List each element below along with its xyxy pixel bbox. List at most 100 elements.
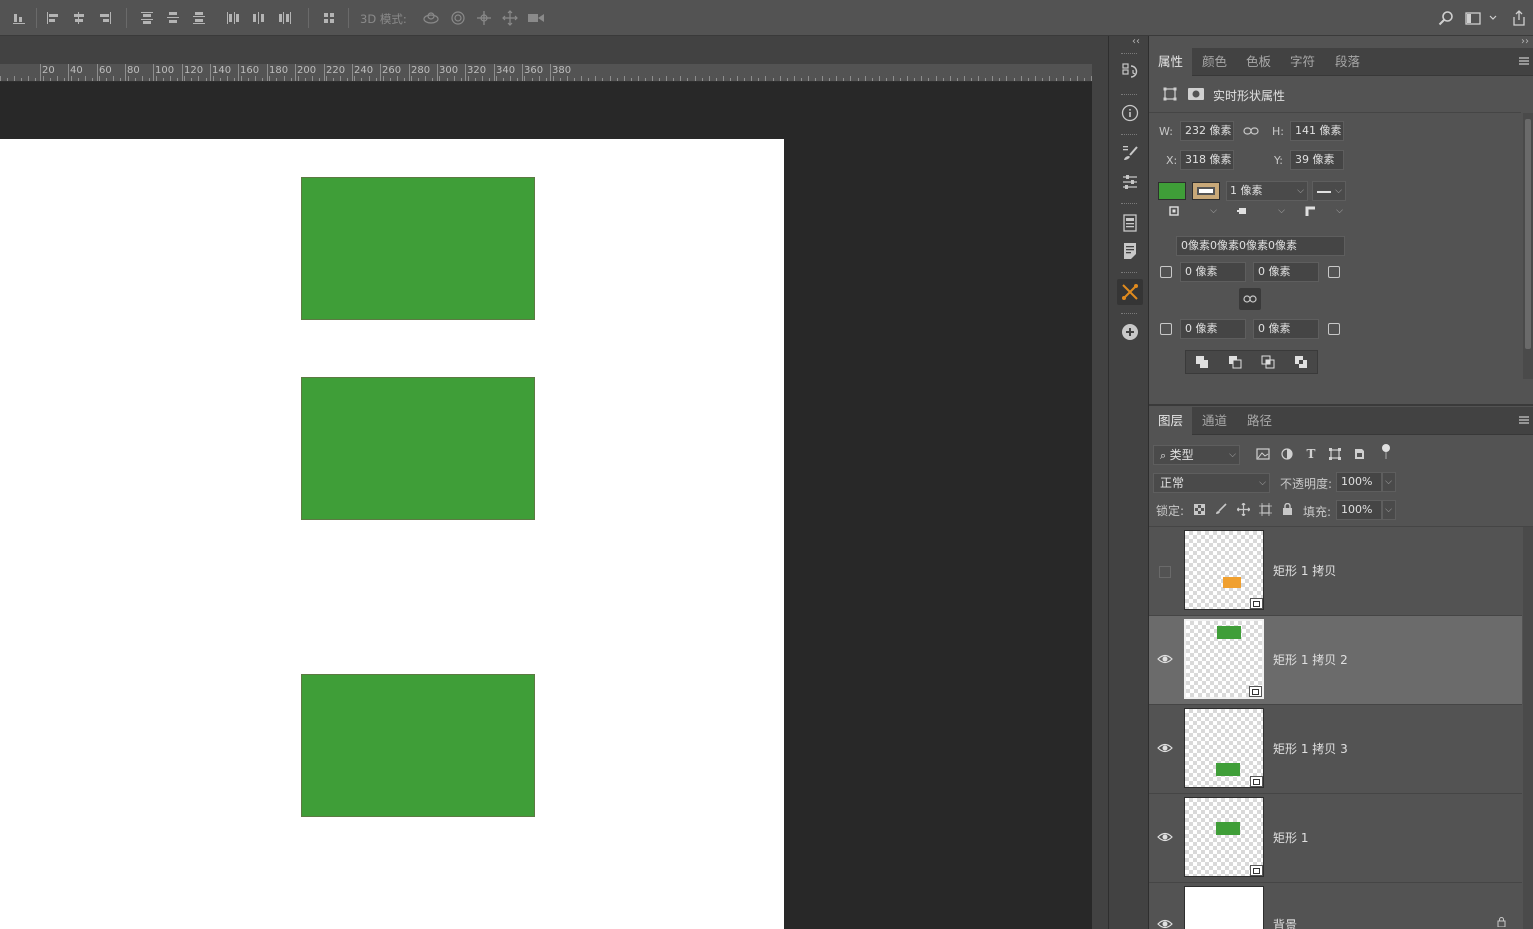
fill-field[interactable]: 100% <box>1336 500 1382 520</box>
tab-color[interactable]: 颜色 <box>1193 48 1236 76</box>
link-corners-icon[interactable] <box>1239 288 1261 310</box>
opacity-field[interactable]: 100% <box>1336 472 1382 492</box>
distribute-top-icon[interactable] <box>138 9 156 27</box>
tab-layers[interactable]: 图层 <box>1149 407 1193 435</box>
layers-scrollbar[interactable] <box>1523 527 1533 929</box>
corner-bottom-right-field[interactable]: 0 像素 <box>1253 319 1319 339</box>
distribute-vertical-centers-icon[interactable] <box>164 9 182 27</box>
3d-pan-icon[interactable] <box>474 9 494 27</box>
layer-row[interactable]: 矩形 1 <box>1149 794 1522 883</box>
eye-icon[interactable] <box>1157 831 1173 843</box>
link-dimensions-icon[interactable] <box>1242 124 1260 138</box>
align-horizontal-centers-icon[interactable] <box>70 9 88 27</box>
stroke-width-dropdown[interactable]: 1 像素 ⌵ <box>1226 181 1308 201</box>
3d-orbit-icon[interactable] <box>421 9 441 27</box>
layer-row-selected[interactable]: 矩形 1 拷贝 2 <box>1149 616 1522 705</box>
tab-paragraph[interactable]: 段落 <box>1326 48 1369 76</box>
brush-icon[interactable] <box>1119 142 1141 164</box>
canvas-vertical-scrollbar[interactable] <box>1092 36 1108 929</box>
search-icon[interactable] <box>1436 9 1456 27</box>
workspace-switcher-icon[interactable] <box>1464 9 1500 27</box>
tab-character[interactable]: 字符 <box>1281 48 1324 76</box>
stroke-color-swatch[interactable] <box>1192 182 1220 200</box>
stroke-align-dropdown[interactable]: ⌵ <box>1158 204 1220 218</box>
3d-scale-camera-icon[interactable] <box>526 9 546 27</box>
fill-dropdown[interactable]: ⌵ <box>1382 500 1396 520</box>
tab-swatches[interactable]: 色板 <box>1237 48 1280 76</box>
shape-properties-icon[interactable] <box>1161 85 1179 103</box>
distribute-left-icon[interactable] <box>224 9 242 27</box>
info-icon[interactable] <box>1119 102 1141 124</box>
align-left-edges-icon[interactable] <box>44 9 62 27</box>
blend-mode-dropdown[interactable]: 正常 ⌵ <box>1153 473 1270 493</box>
y-position-field[interactable]: 39 像素 <box>1290 150 1344 170</box>
filter-shape-layers-icon[interactable] <box>1327 446 1343 462</box>
height-field[interactable]: 141 像素 <box>1290 121 1344 141</box>
distribute-horizontal-centers-icon[interactable] <box>250 9 268 27</box>
lock-position-icon[interactable] <box>1236 502 1250 516</box>
eye-icon[interactable] <box>1157 918 1173 929</box>
exclude-overlap-icon[interactable] <box>1288 353 1314 371</box>
layer-name[interactable]: 矩形 1 <box>1273 829 1308 846</box>
panel-menu-icon[interactable] <box>1517 54 1531 68</box>
auto-align-layers-icon[interactable] <box>320 9 338 27</box>
properties-adjust-icon[interactable] <box>1119 321 1141 343</box>
filter-adjustment-layers-icon[interactable] <box>1279 446 1295 462</box>
layer-row[interactable]: 矩形 1 拷贝 <box>1149 527 1522 616</box>
layer-name[interactable]: 矩形 1 拷贝 3 <box>1273 740 1348 757</box>
align-bottom-edges-icon[interactable] <box>10 9 28 27</box>
align-right-edges-icon[interactable] <box>96 9 114 27</box>
tool-presets-icon[interactable] <box>1117 279 1143 305</box>
combine-shapes-icon[interactable] <box>1189 353 1215 371</box>
properties-scrollbar[interactable] <box>1523 113 1533 379</box>
history-icon[interactable] <box>1119 60 1141 82</box>
layer-filter-dropdown[interactable]: ⌕ 类型 ⌵ <box>1153 445 1240 465</box>
stroke-cap-dropdown[interactable]: ⌵ <box>1226 204 1288 218</box>
expand-panels-icon[interactable]: ›› <box>1521 36 1529 47</box>
layer-row[interactable]: 背景 <box>1149 883 1522 929</box>
green-rectangle-shape[interactable] <box>301 177 535 320</box>
share-icon[interactable] <box>1509 8 1529 28</box>
panel-menu-icon[interactable] <box>1517 413 1531 427</box>
corner-top-right-field[interactable]: 0 像素 <box>1253 262 1319 282</box>
eye-icon[interactable] <box>1157 653 1173 665</box>
visibility-toggle-off[interactable] <box>1159 566 1171 578</box>
lock-artboard-icon[interactable] <box>1258 502 1272 516</box>
corner-top-left-field[interactable]: 0 像素 <box>1180 262 1246 282</box>
corner-radius-all-field[interactable]: 0像素0像素0像素0像素 <box>1176 236 1345 256</box>
x-position-field[interactable]: 318 像素 <box>1180 150 1234 170</box>
tab-channels[interactable]: 通道 <box>1193 407 1236 435</box>
eye-icon[interactable] <box>1157 742 1173 754</box>
layer-row[interactable]: 矩形 1 拷贝 3 <box>1149 705 1522 794</box>
distribute-right-icon[interactable] <box>276 9 294 27</box>
stroke-type-dropdown[interactable]: ⌵ <box>1312 181 1346 201</box>
filter-smart-objects-icon[interactable] <box>1351 446 1367 462</box>
filter-type-layers-icon[interactable]: T <box>1303 446 1319 462</box>
opacity-dropdown[interactable]: ⌵ <box>1382 472 1396 492</box>
character-styles-icon[interactable] <box>1119 212 1141 234</box>
subtract-front-shape-icon[interactable] <box>1222 353 1248 371</box>
layer-name[interactable]: 背景 <box>1273 916 1297 929</box>
lock-image-pixels-icon[interactable] <box>1214 502 1228 516</box>
3d-slide-icon[interactable] <box>500 9 520 27</box>
collapse-dock-icon[interactable]: ‹‹ <box>1132 36 1140 47</box>
green-rectangle-shape[interactable] <box>301 674 535 817</box>
width-field[interactable]: 232 像素 <box>1180 121 1234 141</box>
fill-color-swatch[interactable] <box>1158 182 1186 200</box>
filter-toggle-icon[interactable] <box>1379 442 1393 462</box>
mask-properties-icon[interactable] <box>1187 85 1205 103</box>
paragraph-styles-icon[interactable] <box>1119 240 1141 262</box>
layer-name[interactable]: 矩形 1 拷贝 <box>1273 562 1336 579</box>
tab-paths[interactable]: 路径 <box>1238 407 1281 435</box>
lock-transparent-pixels-icon[interactable] <box>1192 502 1206 516</box>
tab-properties[interactable]: 属性 <box>1149 48 1193 76</box>
distribute-bottom-icon[interactable] <box>190 9 208 27</box>
layer-name[interactable]: 矩形 1 拷贝 2 <box>1273 651 1348 668</box>
brush-settings-icon[interactable] <box>1119 171 1141 193</box>
3d-roll-icon[interactable] <box>448 9 468 27</box>
intersect-shapes-icon[interactable] <box>1255 353 1281 371</box>
green-rectangle-shape[interactable] <box>301 377 535 520</box>
lock-all-icon[interactable] <box>1280 502 1294 516</box>
corner-bottom-left-field[interactable]: 0 像素 <box>1180 319 1246 339</box>
stroke-join-dropdown[interactable]: ⌵ <box>1294 204 1346 218</box>
